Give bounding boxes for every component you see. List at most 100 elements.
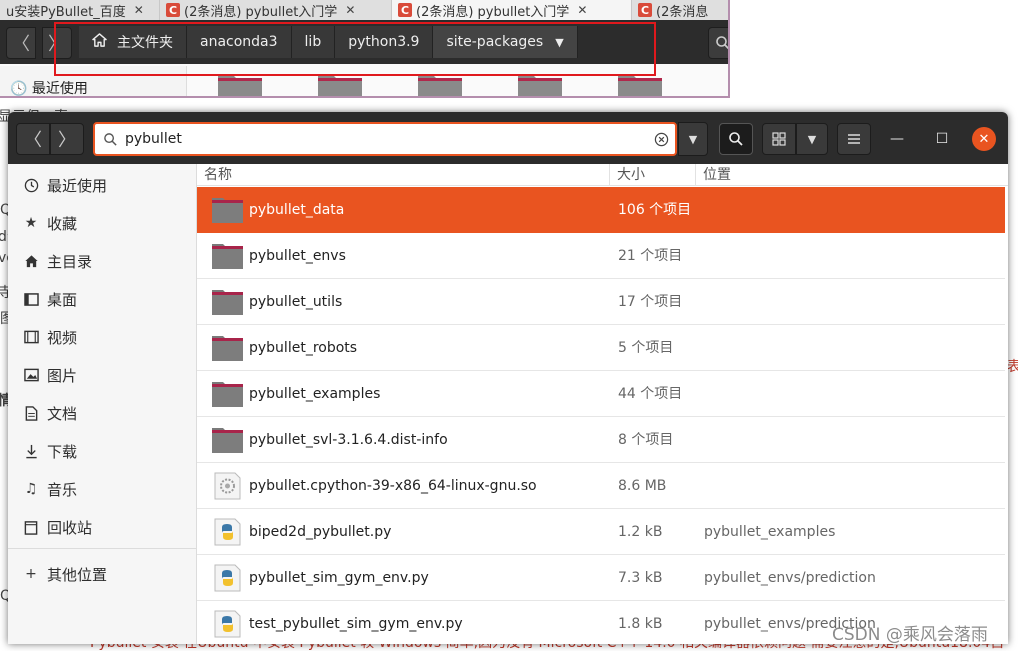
sidebar-item-downloads[interactable]: 下载 <box>8 433 197 469</box>
file-size: 1.2 kB <box>618 524 663 540</box>
column-header-size[interactable]: 大小 <box>610 164 696 186</box>
grid-view-button[interactable] <box>762 123 796 155</box>
forward-button[interactable]: 〉 <box>50 123 84 155</box>
python-file-icon <box>211 518 244 546</box>
plus-icon: + <box>25 566 37 582</box>
sidebar-item-desktop[interactable]: 桌面 <box>8 281 197 317</box>
minimize-button[interactable]: — <box>885 127 909 151</box>
star-icon: ★ <box>24 215 38 231</box>
search-icon <box>716 36 728 50</box>
python-file-icon <box>211 610 244 638</box>
browser-tab[interactable]: C (2条消息 <box>632 0 728 20</box>
tab-label: (2条消息) pybullet入门学 <box>184 4 338 20</box>
folder-icon <box>218 76 262 96</box>
chevron-right-icon: 〉 <box>58 130 76 151</box>
file-name: pybullet_sim_gym_env.py <box>249 570 429 586</box>
sidebar-item-videos[interactable]: 视频 <box>8 319 197 355</box>
file-row[interactable]: pybullet_envs 21 个项目 <box>197 233 1005 279</box>
sidebar-item-documents[interactable]: 文档 <box>8 395 197 431</box>
file-row[interactable]: pybullet_robots 5 个项目 <box>197 325 1005 371</box>
clock-icon <box>22 176 40 194</box>
download-icon <box>22 442 40 460</box>
tab-label: (2条消息 <box>656 4 709 20</box>
close-icon[interactable]: ✕ <box>577 3 587 17</box>
file-row[interactable]: pybullet_svl-3.1.6.4.dist-info 8 个项目 <box>197 417 1005 463</box>
annotation-highlight-box <box>54 22 656 76</box>
chevron-left-icon: 〈 <box>24 130 42 151</box>
folder-icon <box>518 76 562 96</box>
view-options-dropdown[interactable]: ▼ <box>796 123 828 155</box>
file-size: 1.8 kB <box>618 616 663 632</box>
sidebar-item-music[interactable]: ♫ 音乐 <box>8 471 197 507</box>
browser-tab[interactable]: C (2条消息) pybullet入门学 ✕ <box>392 0 632 20</box>
file-name: biped2d_pybullet.py <box>249 524 392 540</box>
sidebar-item-other-locations[interactable]: + 其他位置 <box>8 556 197 592</box>
sidebar-item-starred[interactable]: ★ 收藏 <box>8 205 197 241</box>
grid-icon <box>772 132 786 146</box>
file-manager-window: 〈 〉 ▼ ▼ — ☐ ✕ 最近使用 <box>8 112 1008 644</box>
file-location: pybullet_examples <box>704 524 836 540</box>
file-size: 5 个项目 <box>618 340 674 356</box>
file-row[interactable]: pybullet_utils 17 个项目 <box>197 279 1005 325</box>
clock-icon: 🕓 <box>10 81 28 97</box>
file-size: 21 个项目 <box>618 248 683 264</box>
headerbar: 〈 〉 ▼ ▼ — ☐ ✕ <box>8 112 1008 164</box>
close-window-button[interactable]: ✕ <box>972 127 996 151</box>
caret-down-icon: ▼ <box>807 132 817 146</box>
search-toggle-button[interactable] <box>719 123 753 155</box>
back-button[interactable]: 〈 <box>16 123 50 155</box>
maximize-icon: ☐ <box>935 131 949 147</box>
search-box <box>93 122 677 156</box>
shared-library-file-icon <box>211 472 244 500</box>
sidebar-item-recent[interactable]: 🕓 最近使用 <box>10 78 88 97</box>
search-options-dropdown[interactable]: ▼ <box>678 122 708 156</box>
chevron-left-icon: 〈 <box>12 34 30 55</box>
file-location: pybullet_envs/prediction <box>704 570 876 586</box>
main-menu-button[interactable] <box>837 123 871 155</box>
search-icon <box>95 132 125 147</box>
file-size: 17 个项目 <box>618 294 683 310</box>
file-name: pybullet_data <box>249 202 345 218</box>
close-icon[interactable]: ✕ <box>345 3 355 17</box>
tab-label: (2条消息) pybullet入门学 <box>416 4 570 20</box>
sidebar-item-trash[interactable]: 回收站 <box>8 509 197 545</box>
search-input[interactable] <box>125 131 647 147</box>
close-icon[interactable]: ✕ <box>134 3 144 17</box>
sidebar-item-pictures[interactable]: 图片 <box>8 357 197 393</box>
tab-label: u安装PyBullet_百度 <box>6 4 126 20</box>
file-row[interactable]: biped2d_pybullet.py 1.2 kB pybullet_exampl… <box>197 509 1005 555</box>
file-name: test_pybullet_sim_gym_env.py <box>249 616 463 632</box>
sidebar-item-home[interactable]: 主目录 <box>8 243 197 279</box>
column-header-name[interactable]: 名称 <box>197 164 610 186</box>
folder-icon <box>618 76 662 96</box>
minimize-icon: — <box>890 131 904 147</box>
sidebar-item-recent[interactable]: 最近使用 <box>8 167 197 203</box>
column-header: 名称 大小 位置 <box>197 164 1008 186</box>
background-file-manager-window: u安装PyBullet_百度 ✕ C (2条消息) pybullet入门学 ✕ … <box>0 0 730 98</box>
trash-icon <box>22 518 40 536</box>
search-icon <box>729 132 743 146</box>
places-sidebar: 最近使用 ★ 收藏 主目录 桌面 视频 图片 文档 下载 ♫ 音乐 回收站 + … <box>8 164 197 644</box>
browser-tab-bar: u安装PyBullet_百度 ✕ C (2条消息) pybullet入门学 ✕ … <box>0 0 728 20</box>
folder-icon <box>211 196 244 224</box>
file-name: pybullet_robots <box>249 340 358 356</box>
file-row[interactable]: pybullet_data 106 个项目 <box>197 187 1005 233</box>
file-list-view: 名称 大小 位置 pybullet_data 106 个项目 pybullet_en… <box>197 164 1008 644</box>
browser-tab[interactable]: C (2条消息) pybullet入门学 ✕ <box>160 0 392 20</box>
file-row[interactable]: pybullet.cpython-39-x86_64-linux-gnu.so 8… <box>197 463 1005 509</box>
csdn-favicon-icon: C <box>166 3 180 17</box>
maximize-button[interactable]: ☐ <box>930 127 954 151</box>
column-header-location[interactable]: 位置 <box>696 164 1008 186</box>
file-row[interactable]: pybullet_examples 44 个项目 <box>197 371 1005 417</box>
clear-search-icon[interactable] <box>647 132 675 147</box>
file-row[interactable]: pybullet_sim_gym_env.py 7.3 kB pybullet_en… <box>197 555 1005 601</box>
browser-tab[interactable]: u安装PyBullet_百度 ✕ <box>0 0 160 20</box>
csdn-favicon-icon: C <box>638 3 652 17</box>
back-button[interactable]: 〈 <box>6 27 36 59</box>
music-icon: ♫ <box>24 481 38 497</box>
search-button[interactable] <box>708 27 728 59</box>
csdn-watermark: CSDN @乘风会落雨 <box>832 625 988 645</box>
folder-icon <box>318 76 362 96</box>
film-icon <box>22 328 40 346</box>
file-name: pybullet_svl-3.1.6.4.dist-info <box>249 432 448 448</box>
